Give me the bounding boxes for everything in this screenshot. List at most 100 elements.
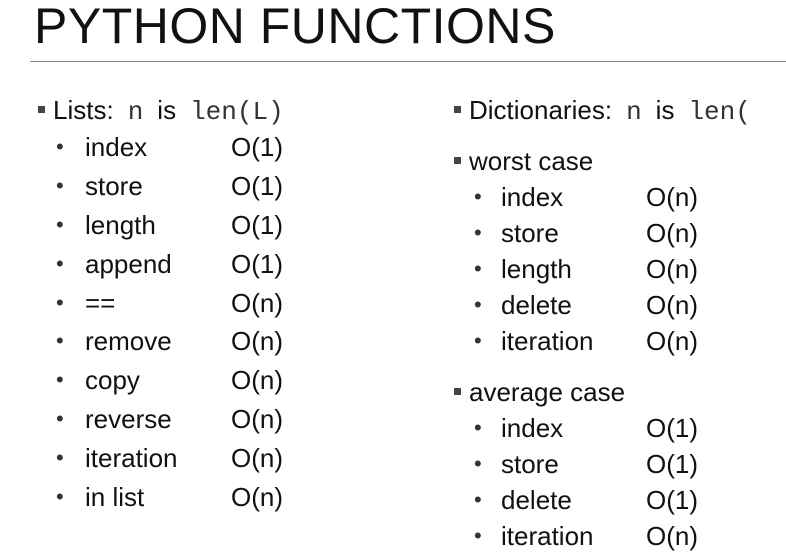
square-bullet-icon xyxy=(454,105,461,113)
complexity-value: O(1) xyxy=(646,413,698,443)
operation-name: store xyxy=(501,449,559,479)
complexity-value: O(n) xyxy=(231,482,283,513)
operation-name: iteration xyxy=(501,326,594,356)
complexity-value: O(1) xyxy=(646,449,698,479)
dictionaries-heading-expr: len( xyxy=(688,97,751,127)
bullet-icon: • xyxy=(474,220,482,245)
complexity-value: O(n) xyxy=(646,290,698,320)
list-item: • delete O(n) xyxy=(454,287,786,323)
lists-items: • index O(1) • store O(1) • length O(1) • appen… xyxy=(38,128,438,517)
operation-name: iteration xyxy=(85,443,178,474)
title-divider xyxy=(30,61,786,62)
worst-case-items: • index O(n) • store O(n) • length O(n) • delet… xyxy=(454,179,786,359)
dictionaries-section: Dictionaries: n is len( worst case • index O(… xyxy=(454,92,786,554)
bullet-icon: • xyxy=(56,367,64,393)
operation-name: append xyxy=(85,248,172,279)
lists-section: Lists: n is len(L) • index O(1) • store O(1) • l… xyxy=(38,92,438,517)
operation-name: iteration xyxy=(501,521,594,551)
complexity-value: O(1) xyxy=(231,248,283,279)
list-item: • append O(1) xyxy=(38,245,438,284)
complexity-value: O(1) xyxy=(231,209,283,240)
bullet-icon: • xyxy=(474,487,482,512)
bullet-icon: • xyxy=(56,172,64,198)
bullet-icon: • xyxy=(56,445,64,471)
operation-name: delete xyxy=(501,290,572,320)
average-case-heading: average case xyxy=(454,374,786,410)
operation-name: store xyxy=(501,218,559,248)
slide-title: PYTHON FUNCTIONS xyxy=(34,0,556,54)
list-item: • delete O(1) xyxy=(454,482,786,518)
bullet-icon: • xyxy=(56,134,64,159)
bullet-icon: • xyxy=(56,289,64,315)
bullet-icon: • xyxy=(474,184,482,209)
worst-case-label: worst case xyxy=(469,146,594,176)
complexity-value: O(n) xyxy=(646,521,698,551)
complexity-value: O(1) xyxy=(231,132,283,162)
operation-name: length xyxy=(85,209,156,240)
complexity-value: O(n) xyxy=(646,254,698,284)
list-item: • iteration O(n) xyxy=(454,323,786,359)
list-item: • index O(n) xyxy=(454,179,786,215)
operation-name: index xyxy=(501,182,564,212)
list-item: • iteration O(n) xyxy=(454,518,786,554)
worst-case-heading: worst case xyxy=(454,143,786,179)
square-bullet-icon xyxy=(454,156,461,164)
complexity-value: O(n) xyxy=(646,218,698,248)
lists-heading-is: is xyxy=(157,95,177,125)
operation-name: copy xyxy=(85,365,140,396)
lists-heading-expr: len(L) xyxy=(190,97,284,127)
operation-name: delete xyxy=(501,485,572,515)
list-item: • reverse O(n) xyxy=(38,400,438,439)
lists-heading: Lists: n is len(L) xyxy=(38,92,438,128)
operation-name: index xyxy=(85,132,148,162)
bullet-icon: • xyxy=(474,523,482,548)
dictionaries-heading-var: n xyxy=(626,97,642,127)
list-item: • store O(1) xyxy=(38,167,438,206)
list-item: • remove O(n) xyxy=(38,322,438,361)
bullet-icon: • xyxy=(474,328,482,353)
dictionaries-heading-label: Dictionaries: xyxy=(469,95,613,125)
operation-name: reverse xyxy=(85,404,172,435)
operation-name: store xyxy=(85,170,143,201)
bullet-icon: • xyxy=(474,292,482,317)
complexity-value: O(n) xyxy=(231,287,283,318)
bullet-icon: • xyxy=(56,484,64,510)
dictionaries-heading-is: is xyxy=(655,95,675,125)
complexity-value: O(n) xyxy=(646,182,698,212)
list-item: • copy O(n) xyxy=(38,361,438,400)
complexity-value: O(n) xyxy=(646,326,698,356)
bullet-icon: • xyxy=(474,451,482,476)
operation-name: == xyxy=(85,287,116,318)
lists-heading-label: Lists: xyxy=(53,95,114,125)
average-case-items: • index O(1) • store O(1) • delete O(1) • itera… xyxy=(454,410,786,554)
operation-name: remove xyxy=(85,326,172,357)
bullet-icon: • xyxy=(56,211,64,237)
square-bullet-icon xyxy=(38,105,45,113)
complexity-value: O(1) xyxy=(646,485,698,515)
bullet-icon: • xyxy=(56,328,64,354)
list-item: • length O(1) xyxy=(38,206,438,245)
bullet-icon: • xyxy=(56,250,64,276)
list-item: • index O(1) xyxy=(454,410,786,446)
list-item: • store O(n) xyxy=(454,215,786,251)
bullet-icon: • xyxy=(474,256,482,281)
list-item: • == O(n) xyxy=(38,284,438,323)
operation-name: in list xyxy=(85,482,145,513)
complexity-value: O(n) xyxy=(231,443,283,474)
list-item: • store O(1) xyxy=(454,446,786,482)
dictionaries-heading: Dictionaries: n is len( xyxy=(454,92,786,128)
average-case-label: average case xyxy=(469,377,626,407)
complexity-value: O(n) xyxy=(231,365,283,396)
operation-name: index xyxy=(501,413,564,443)
list-item: • in list O(n) xyxy=(38,478,438,517)
complexity-value: O(1) xyxy=(231,170,283,201)
bullet-icon: • xyxy=(474,415,482,440)
list-item: • iteration O(n) xyxy=(38,439,438,478)
operation-name: length xyxy=(501,254,572,284)
complexity-value: O(n) xyxy=(231,326,283,357)
bullet-icon: • xyxy=(56,406,64,432)
list-item: • length O(n) xyxy=(454,251,786,287)
complexity-value: O(n) xyxy=(231,404,283,435)
square-bullet-icon xyxy=(454,387,461,395)
lists-heading-var: n xyxy=(127,97,144,127)
